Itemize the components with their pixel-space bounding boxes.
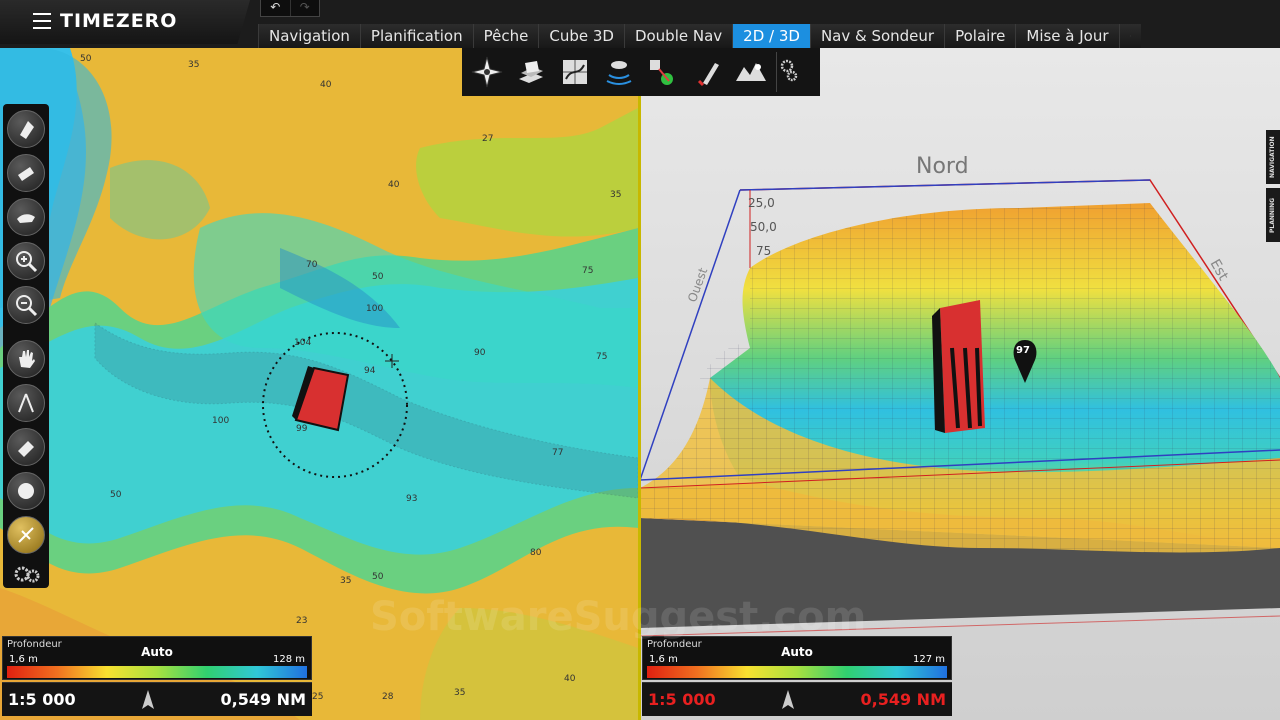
route-icon[interactable] [644, 52, 682, 92]
depth-label: 100 [212, 416, 230, 426]
scale-distance: 0,549 NM [860, 690, 947, 709]
tab-peche[interactable]: Pêche [472, 24, 539, 48]
legend-max: 127 m [912, 654, 945, 665]
tab-settings-icon[interactable] [1118, 24, 1141, 48]
depth-label: 27 [482, 134, 494, 144]
tab-planification[interactable]: Planification [359, 24, 473, 48]
event-icon[interactable] [7, 472, 45, 510]
tab-2d-3d[interactable]: 2D / 3D [732, 24, 810, 48]
depth-label: 40 [388, 180, 400, 190]
depth-label: 99 [296, 424, 308, 434]
depth-label: 80 [530, 548, 542, 558]
timezero-app: 50 35 40 27 40 35 70 50 75 100 104 94 90… [0, 0, 1280, 720]
depth-label: 75 [582, 266, 594, 276]
left-toolbar-settings-icon[interactable] [13, 562, 41, 590]
chart-scale: 1:5 000 [648, 690, 716, 709]
tab-navigation[interactable]: Navigation [258, 24, 360, 48]
depth-label: 50 [372, 572, 384, 582]
legend-mode[interactable]: Auto [643, 645, 951, 659]
depth-label: 93 [406, 494, 418, 504]
depth-label: 50 [80, 54, 92, 64]
left-toolbar [3, 104, 49, 588]
undo-icon[interactable]: ↶ [261, 0, 290, 16]
scale-bar-3d: 1:5 000 0,549 NM [642, 682, 952, 716]
redo-icon[interactable]: ↷ [289, 0, 320, 16]
side-tab-navigation[interactable]: NAVIGATION [1266, 130, 1280, 184]
fishing-mode-icon[interactable] [7, 516, 45, 554]
side-tabs: NAVIGATION PLANNING [1266, 130, 1280, 246]
depth-label: 35 [454, 688, 466, 698]
tab-polaire[interactable]: Polaire [944, 24, 1016, 48]
chart-toolbar [462, 48, 820, 96]
scale-bar-2d: 1:5 000 0,549 NM [2, 682, 312, 716]
depth-label: 35 [188, 60, 200, 70]
brand-area: TIMEZERO [0, 0, 250, 44]
zoom-in-icon[interactable] [7, 242, 45, 280]
eraser-icon[interactable] [7, 428, 45, 466]
heading-boat-icon[interactable] [7, 154, 45, 192]
depth-label: 35 [610, 190, 622, 200]
tab-mise-a-jour[interactable]: Mise à Jour [1015, 24, 1119, 48]
depth-legend-2d: Profondeur Auto 1,6 m 128 m [2, 636, 312, 680]
depth-label: 100 [366, 304, 384, 314]
north-label: Nord [916, 154, 969, 179]
legend-gradient [7, 666, 307, 678]
legend-mode[interactable]: Auto [3, 645, 311, 659]
menu-icon[interactable] [33, 13, 51, 29]
chart-scale: 1:5 000 [8, 690, 76, 709]
legend-min: 1,6 m [9, 654, 38, 665]
legend-gradient [647, 666, 947, 678]
sounder-icon[interactable] [600, 52, 638, 92]
depth-scale-label: 50,0 [750, 220, 777, 234]
depth-label: 90 [474, 348, 486, 358]
terrain-3d-icon[interactable] [732, 52, 770, 92]
depth-label: 77 [552, 448, 564, 458]
depth-label: 23 [296, 616, 308, 626]
center-boat-icon[interactable] [7, 110, 45, 148]
depth-label: 40 [320, 80, 332, 90]
compass-rose-icon[interactable] [468, 52, 506, 92]
measure-compass-icon[interactable] [7, 384, 45, 422]
depth-label: 104 [294, 338, 312, 348]
legend-max: 128 m [272, 654, 305, 665]
tab-cube-3d[interactable]: Cube 3D [538, 24, 624, 48]
depth-label: 75 [596, 352, 608, 362]
north-arrow-icon[interactable] [140, 689, 156, 715]
tab-double-nav[interactable]: Double Nav [623, 24, 733, 48]
app-title: TIMEZERO [60, 10, 178, 32]
legend-min: 1,6 m [649, 654, 678, 665]
zoom-out-icon[interactable] [7, 286, 45, 324]
depth-label: 28 [382, 692, 394, 702]
boat-view-icon[interactable] [7, 198, 45, 236]
tab-nav-sondeur[interactable]: Nav & Sondeur [809, 24, 945, 48]
depth-label: 50 [110, 490, 122, 500]
top-bar: TIMEZERO ↶ ↷ Navigation Planification Pê… [0, 0, 1280, 48]
north-arrow-icon[interactable] [780, 689, 796, 715]
watermark: SoftwareSuggest.com [370, 594, 867, 640]
layers-icon[interactable] [512, 52, 550, 92]
toolbar-settings-icon[interactable] [776, 52, 800, 92]
depth-label: 50 [372, 272, 384, 282]
marker-label[interactable]: 97 [1016, 345, 1030, 356]
depth-label: 70 [306, 260, 318, 270]
chart-grid-icon[interactable] [556, 52, 594, 92]
depth-label: 25 [312, 692, 324, 702]
undo-redo: ↶ ↷ [260, 0, 320, 17]
depth-label: 40 [564, 674, 576, 684]
depth-label: 94 [364, 366, 376, 376]
scale-distance: 0,549 NM [220, 690, 307, 709]
workspace-tabs: Navigation Planification Pêche Cube 3D D… [258, 24, 1141, 48]
marker-tool-icon[interactable] [688, 52, 726, 92]
depth-scale-label: 25,0 [748, 196, 775, 210]
side-tab-planning[interactable]: PLANNING [1266, 188, 1280, 242]
depth-scale-label: 75 [756, 244, 772, 258]
depth-legend-3d: Profondeur Auto 1,6 m 127 m [642, 636, 952, 680]
depth-label: 35 [340, 576, 352, 586]
pan-hand-icon[interactable] [7, 340, 45, 378]
